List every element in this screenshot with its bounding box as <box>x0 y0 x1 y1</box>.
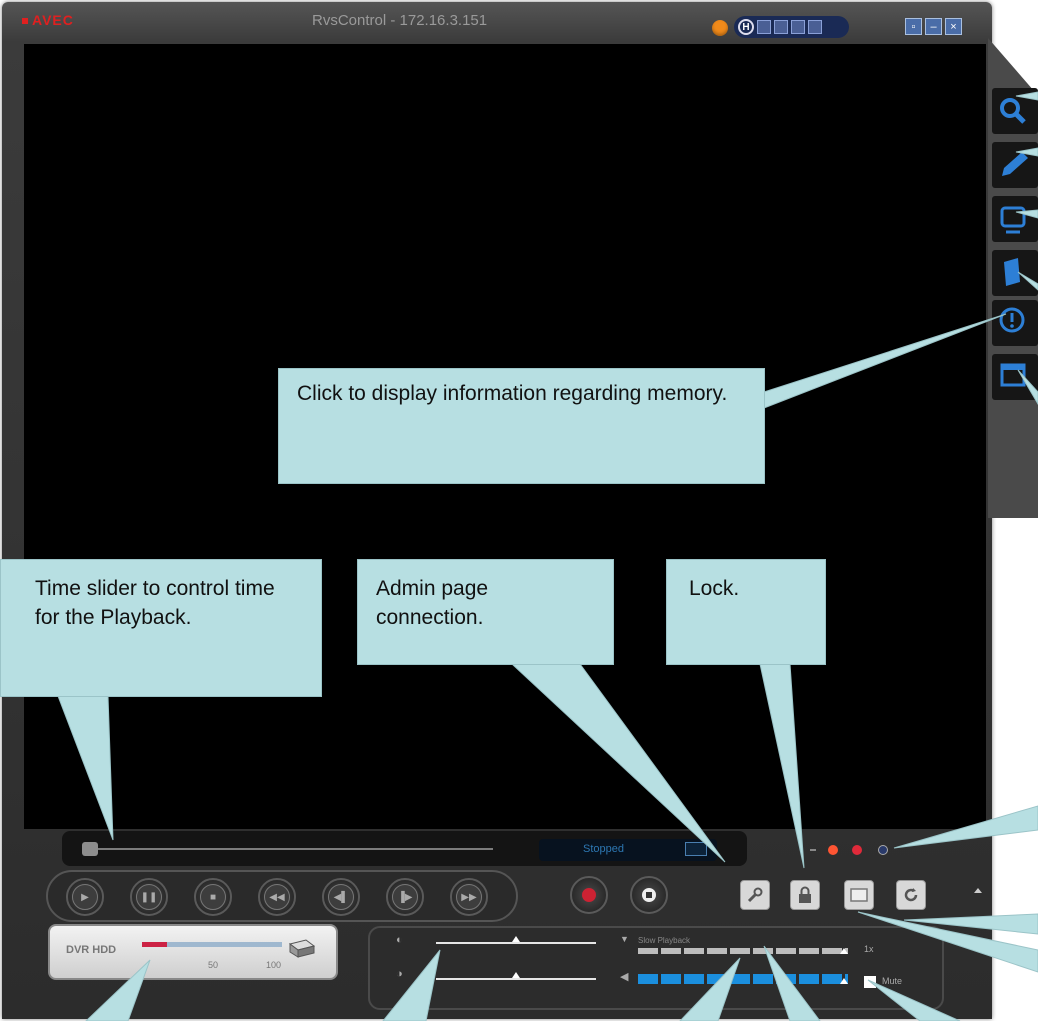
volume-callout-pointer <box>763 945 821 1021</box>
display-callout-pointer <box>1015 209 1038 219</box>
memory-callout-pointer <box>763 313 1007 409</box>
callout-leaders <box>57 91 1038 1021</box>
callout-lock: Lock. <box>666 559 826 665</box>
document-callout-pointer <box>1017 271 1038 291</box>
edit-callout-pointer <box>1015 147 1038 157</box>
callout-time-slider: Time slider to control time for the Play… <box>0 559 322 697</box>
time-slider-callout-pointer <box>57 695 114 841</box>
search-callout-pointer <box>1015 91 1038 101</box>
brightness-callout-pointer <box>382 949 441 1021</box>
window-callout-pointer <box>1017 369 1038 405</box>
callout-memory: Click to display information regarding m… <box>278 368 765 484</box>
admin-callout-pointer <box>510 663 726 863</box>
lock-callout-pointer <box>759 663 805 869</box>
hdd-callout-pointer <box>85 959 151 1021</box>
mute-callout-pointer <box>867 979 961 1021</box>
speed-callout-pointer <box>679 957 741 1021</box>
indicator-callout-pointer <box>893 805 1038 849</box>
callout-admin: Admin page connection. <box>357 559 614 665</box>
